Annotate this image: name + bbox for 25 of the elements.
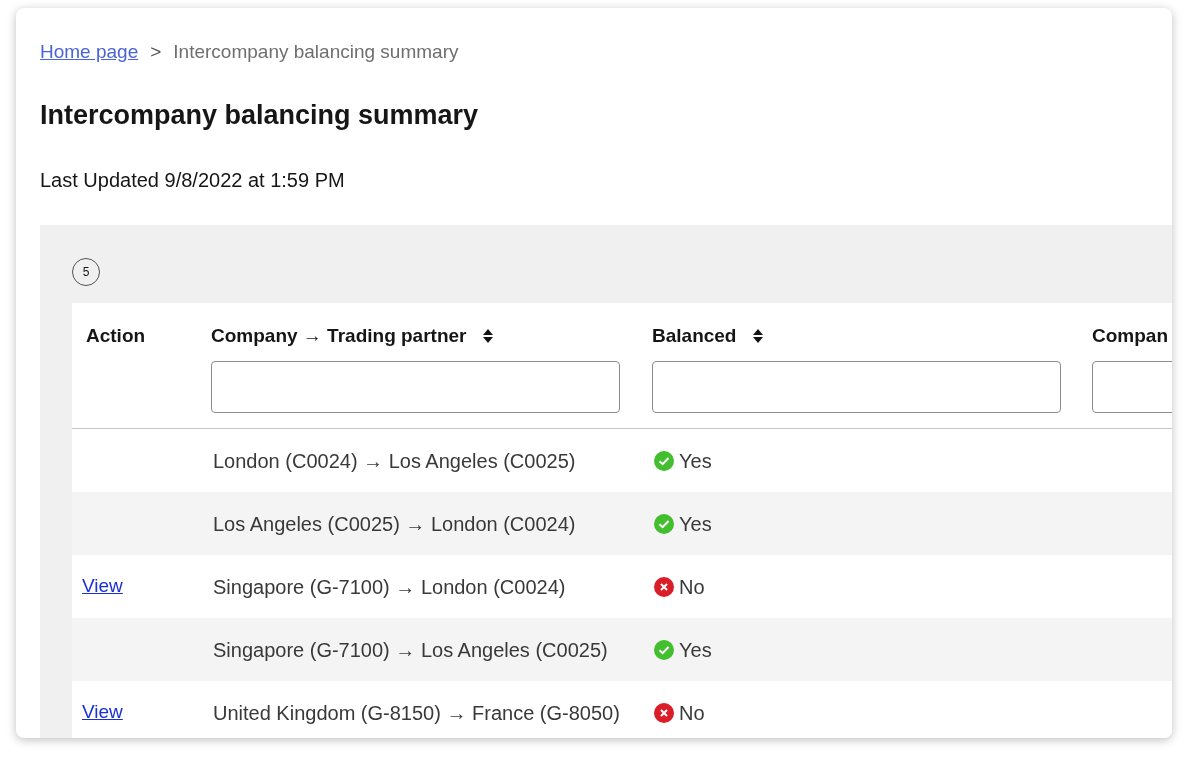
filter-input[interactable] [652, 361, 1061, 413]
sort-icon[interactable] [752, 328, 765, 344]
sort-icon[interactable] [482, 328, 495, 344]
balanced-status-text: No [679, 700, 705, 726]
balanced-status-text: No [679, 574, 705, 600]
breadcrumb-current: Intercompany balancing summary [173, 40, 459, 64]
balanced-status-text: Yes [679, 511, 712, 537]
breadcrumb-link[interactable]: Home page [40, 38, 139, 67]
company-pair-cell: United Kingdom (G-8150) → France (G-8050) [213, 701, 620, 724]
page-title: Intercompany balancing summary [40, 98, 480, 132]
company-pair-cell: Singapore (G-7100) → Los Angeles (C0025) [213, 638, 608, 661]
company-pair-cell: Los Angeles (C0025) → London (C0024) [213, 512, 576, 535]
column-header: Balanced [652, 323, 737, 348]
company-pair-cell: Singapore (G-7100) → London (C0024) [213, 575, 566, 598]
column-header: Company → Trading partner [211, 323, 467, 348]
balanced-status-text: Yes [679, 448, 712, 474]
last-updated-text: Last Updated 9/8/2022 at 1:59 PM [40, 168, 346, 193]
balanced-status-text: Yes [679, 637, 712, 663]
company-pair-cell: London (C0024) → Los Angeles (C0025) [213, 449, 576, 472]
view-link[interactable]: View [82, 575, 123, 597]
filter-input[interactable] [211, 361, 620, 413]
breadcrumb-separator: > [150, 40, 162, 64]
column-header: Compan [1092, 323, 1168, 348]
view-link[interactable]: View [82, 701, 123, 723]
column-header: Action [86, 323, 146, 348]
